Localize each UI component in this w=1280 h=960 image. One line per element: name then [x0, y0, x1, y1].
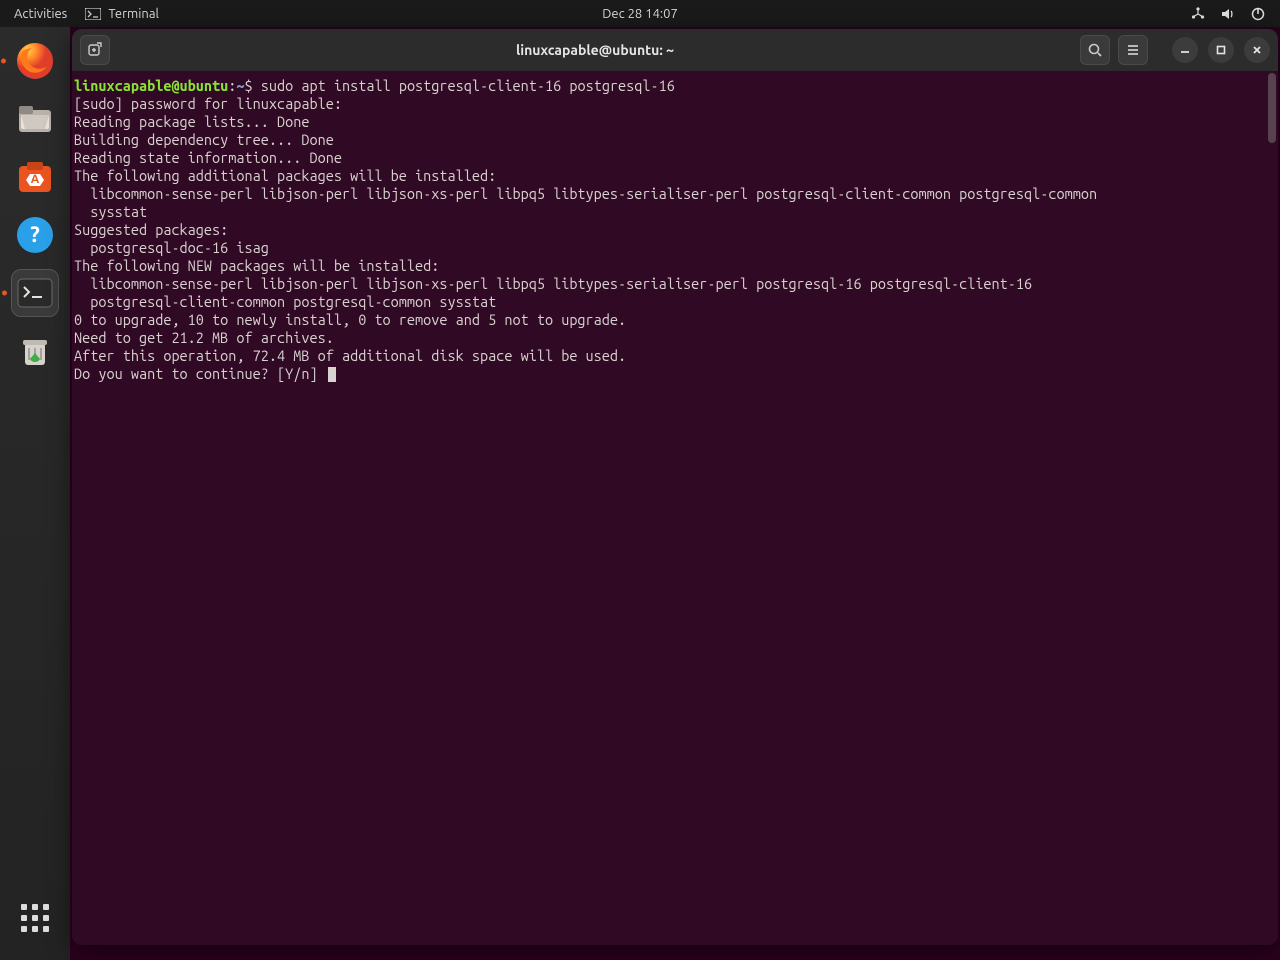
- activities-button[interactable]: Activities: [14, 7, 67, 21]
- terminal-scrollbar[interactable]: [1266, 71, 1278, 945]
- command-text: sudo apt install postgresql-client-16 po…: [261, 77, 675, 94]
- out-line: sysstat: [74, 203, 147, 220]
- dock-terminal[interactable]: [11, 269, 59, 317]
- out-line: The following NEW packages will be insta…: [74, 257, 439, 274]
- out-line: libcommon-sense-perl libjson-perl libjso…: [74, 275, 1032, 292]
- hamburger-menu-button[interactable]: [1118, 35, 1148, 65]
- active-app-label: Terminal: [108, 7, 159, 21]
- prompt-symbol: $: [245, 77, 253, 94]
- out-line: Do you want to continue? [Y/n]: [74, 365, 326, 382]
- volume-icon[interactable]: [1220, 6, 1236, 22]
- out-line: postgresql-client-common postgresql-comm…: [74, 293, 496, 310]
- network-icon[interactable]: [1190, 6, 1206, 22]
- power-icon[interactable]: [1250, 6, 1266, 22]
- window-titlebar: linuxcapable@ubuntu: ~: [72, 29, 1278, 71]
- out-line: The following additional packages will b…: [74, 167, 496, 184]
- dock-files[interactable]: [11, 95, 59, 143]
- window-minimize-button[interactable]: [1172, 37, 1198, 63]
- out-line: Need to get 21.2 MB of archives.: [74, 329, 334, 346]
- dock-firefox[interactable]: [11, 37, 59, 85]
- gnome-top-bar: Activities Terminal Dec 28 14:07: [0, 0, 1280, 27]
- active-app-menu[interactable]: Terminal: [85, 6, 159, 22]
- window-close-button[interactable]: [1244, 37, 1270, 63]
- new-tab-button[interactable]: [80, 35, 110, 65]
- svg-text:A: A: [31, 173, 40, 186]
- terminal-cursor: [328, 367, 336, 382]
- terminal-window: linuxcapable@ubuntu: ~ linuxcapable@ubun…: [72, 29, 1278, 945]
- window-maximize-button[interactable]: [1208, 37, 1234, 63]
- out-line: libcommon-sense-perl libjson-perl libjso…: [74, 185, 1097, 202]
- dock-software[interactable]: A: [11, 153, 59, 201]
- out-line: After this operation, 72.4 MB of additio…: [74, 347, 626, 364]
- window-title: linuxcapable@ubuntu: ~: [118, 42, 1072, 58]
- scrollbar-thumb[interactable]: [1268, 73, 1276, 143]
- out-line: Reading state information... Done: [74, 149, 342, 166]
- dock-trash[interactable]: [11, 327, 59, 375]
- out-line: Reading package lists... Done: [74, 113, 309, 130]
- out-line: [sudo] password for linuxcapable:: [74, 95, 342, 112]
- prompt-user-host: linuxcapable@ubuntu: [74, 77, 228, 94]
- dock-help[interactable]: ?: [11, 211, 59, 259]
- out-line: Building dependency tree... Done: [74, 131, 334, 148]
- out-line: postgresql-doc-16 isag: [74, 239, 269, 256]
- terminal-app-icon: [85, 6, 101, 22]
- out-line: Suggested packages:: [74, 221, 228, 238]
- search-button[interactable]: [1080, 35, 1110, 65]
- show-applications-button[interactable]: [11, 894, 59, 942]
- prompt-path: ~: [236, 77, 244, 94]
- terminal-output-area[interactable]: linuxcapable@ubuntu:~$ sudo apt install …: [72, 71, 1278, 945]
- svg-text:?: ?: [30, 222, 40, 247]
- out-line: 0 to upgrade, 10 to newly install, 0 to …: [74, 311, 626, 328]
- ubuntu-dock: A ?: [0, 27, 70, 960]
- clock[interactable]: Dec 28 14:07: [602, 7, 678, 21]
